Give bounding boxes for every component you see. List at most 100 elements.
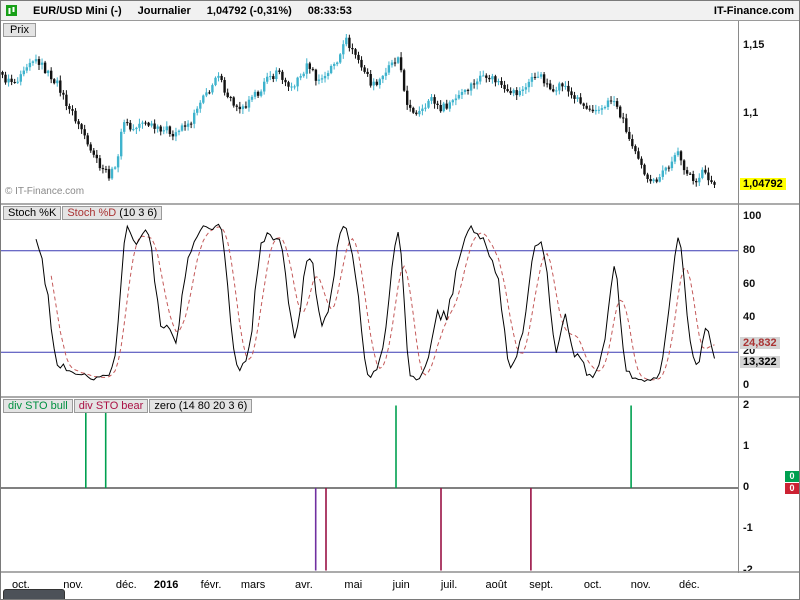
candle-body: [609, 100, 613, 102]
candle-body: [549, 83, 552, 90]
candle-body: [424, 107, 427, 109]
divergence-axis[interactable]: 2 1 0 -1 -2 0 0: [739, 398, 799, 576]
candle-body: [189, 123, 193, 125]
div-sto-bull-label[interactable]: div STO bull: [3, 399, 73, 413]
candle-body: [512, 90, 515, 94]
candle-body: [689, 173, 692, 175]
candle-body: [472, 83, 476, 85]
candle-body: [457, 94, 461, 99]
candle-body: [594, 109, 597, 112]
axis-tick: 60: [743, 277, 756, 290]
candle-body: [710, 180, 713, 182]
candle-body: [369, 74, 372, 86]
candle-body: [83, 129, 86, 136]
candle-body: [573, 95, 576, 99]
month-label: août: [485, 579, 507, 591]
candle-body: [366, 71, 369, 74]
chart-application-window: EUR/USD Mini (-) Journalier 1,04792 (-0,…: [0, 0, 800, 600]
candle-body: [141, 122, 144, 124]
candle-body: [615, 101, 619, 107]
candle-body: [235, 105, 238, 107]
candle-body: [250, 96, 254, 100]
candle-body: [296, 77, 299, 87]
candle-body: [555, 90, 558, 92]
candle-body: [150, 123, 153, 126]
candle-body: [333, 64, 336, 66]
candle-body: [625, 118, 628, 132]
candle-body: [147, 122, 150, 126]
candle-body: [552, 89, 555, 92]
time-axis[interactable]: oct. nov. déc. 2016 févr. mars avr. mai juin juil…: [1, 573, 799, 599]
candle-body: [482, 75, 485, 77]
candle-body: [558, 83, 561, 91]
candle-body: [536, 76, 540, 78]
price-plot[interactable]: [1, 21, 738, 203]
candle-body: [80, 124, 83, 130]
zero-label[interactable]: zero (14 80 20 3 6): [149, 399, 253, 413]
candle-body: [308, 63, 311, 69]
candle-body: [603, 107, 607, 109]
candle-body: [168, 126, 172, 134]
candle-body: [527, 81, 531, 88]
timeframe-label[interactable]: Journalier: [138, 5, 191, 17]
stochastic-axis[interactable]: 100 80 60 40 20 0 24,832 13,322: [739, 205, 799, 396]
candle-body: [208, 92, 211, 94]
candle-body: [22, 70, 25, 75]
candle-body: [561, 83, 564, 87]
candle-body: [290, 86, 293, 88]
divergence-plot[interactable]: [1, 398, 738, 571]
bottom-left-tab[interactable]: [3, 589, 65, 599]
candle-body: [162, 130, 165, 132]
stoch-k-line: [35, 223, 715, 382]
candle-body: [698, 177, 701, 183]
price-axis[interactable]: 1,15 1,1 1,04792: [739, 21, 799, 203]
candle-body: [193, 112, 196, 124]
candle-body: [384, 72, 388, 76]
candle-body: [272, 76, 275, 79]
app-icon: [6, 5, 17, 16]
candle-body: [89, 144, 92, 151]
candle-body: [95, 154, 98, 159]
div-sto-bear-label[interactable]: div STO bear: [73, 399, 149, 413]
candle-body: [50, 70, 53, 80]
stochastic-plot[interactable]: [1, 205, 738, 396]
candle-body: [466, 89, 470, 91]
candle-body: [259, 91, 263, 96]
candle-body: [393, 62, 397, 64]
candle-body: [445, 103, 448, 109]
candle-body: [159, 126, 162, 132]
candle-body: [199, 102, 202, 109]
candle-body: [345, 37, 348, 45]
axis-tick: 1,15: [743, 39, 765, 51]
instrument-name: EUR/USD Mini (-): [33, 4, 122, 17]
candle-body: [628, 131, 631, 139]
stoch-d-label[interactable]: Stoch %D (10 3 6): [62, 206, 163, 220]
candle-body: [421, 108, 424, 111]
candle-body: [217, 75, 220, 78]
candle-body: [670, 161, 674, 169]
candle-body: [71, 109, 74, 111]
stoch-k-label[interactable]: Stoch %K: [3, 206, 62, 220]
axis-tick: 0: [743, 379, 750, 391]
candle-body: [509, 91, 512, 94]
month-label: juin: [392, 579, 410, 591]
candle-body: [667, 167, 671, 169]
candle-body: [418, 111, 421, 115]
candle-body: [180, 125, 184, 131]
candle-body: [86, 135, 89, 145]
candle-body: [701, 169, 704, 178]
candle-body: [293, 86, 296, 88]
candle-body: [533, 76, 537, 78]
tab-prix[interactable]: Prix: [3, 23, 36, 37]
candle-body: [433, 97, 436, 104]
candle-body: [539, 74, 543, 77]
month-label: mai: [344, 579, 363, 591]
candle-body: [619, 106, 622, 118]
candle-body: [320, 78, 324, 80]
candle-body: [13, 82, 16, 83]
candle-body: [387, 65, 391, 73]
candle-body: [16, 81, 19, 83]
stoch-value-badge: 13,322: [740, 356, 780, 369]
candle-body: [439, 105, 442, 112]
candle-body: [399, 57, 403, 71]
